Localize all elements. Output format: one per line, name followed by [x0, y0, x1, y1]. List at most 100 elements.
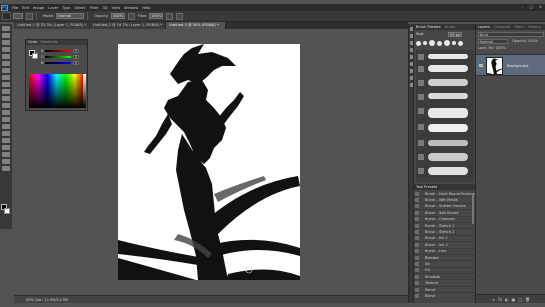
brush-tip[interactable] — [458, 40, 463, 46]
green-slider[interactable]: G 0 — [41, 55, 81, 59]
brush-stroke-preview[interactable] — [428, 153, 468, 161]
tab-brush[interactable]: Brush — [445, 24, 455, 30]
red-track[interactable] — [45, 50, 71, 52]
more-tools-icon[interactable] — [2, 166, 10, 171]
brush-tip[interactable] — [437, 40, 442, 46]
visibility-eye-icon[interactable] — [479, 64, 483, 67]
green-value[interactable]: 0 — [73, 55, 79, 59]
blue-track[interactable] — [45, 62, 71, 64]
link-layers-icon[interactable]: ∞ — [492, 297, 495, 302]
tab-swatches[interactable]: Swatches — [40, 40, 57, 45]
blur-tool-icon[interactable] — [2, 110, 10, 115]
menu-layer[interactable]: Layer — [48, 6, 58, 10]
layer-row[interactable]: Background — [476, 54, 545, 76]
layer-style-icon[interactable]: fx — [498, 297, 502, 302]
list-item[interactable]: Blend — [414, 293, 476, 299]
brush-preset-icon[interactable] — [418, 124, 424, 130]
layer-opacity-field[interactable]: Opacity: 100% — [512, 39, 544, 44]
blue-slider[interactable]: B 0 — [41, 61, 81, 65]
brush-tip[interactable] — [452, 41, 456, 45]
brush-preset-icon[interactable] — [418, 140, 424, 146]
adjustment-layer-icon[interactable]: ◐ — [505, 297, 509, 302]
brush-stroke-preview[interactable] — [428, 140, 468, 146]
layer-blend-mode-select[interactable]: Normal — [478, 39, 508, 44]
brush-preset-icon[interactable] — [418, 154, 424, 160]
pressure-size-icon[interactable] — [176, 12, 184, 20]
crop-tool-icon[interactable] — [2, 54, 10, 59]
brush-preset-icon[interactable] — [418, 66, 424, 72]
quick-select-tool-icon[interactable] — [2, 47, 10, 52]
close-button[interactable]: ✕ — [539, 4, 542, 11]
menu-file[interactable]: File — [12, 6, 18, 10]
brush-preset-icon[interactable] — [418, 94, 424, 100]
path-select-tool-icon[interactable] — [2, 138, 10, 143]
hand-tool-icon[interactable] — [2, 152, 10, 157]
flow-field[interactable]: 100% — [149, 13, 164, 19]
airbrush-icon[interactable] — [166, 12, 174, 20]
tab-layers[interactable]: Layers — [478, 24, 490, 30]
color-panel-background[interactable] — [32, 53, 38, 59]
tab-color[interactable]: Color — [28, 40, 37, 45]
type-tool-icon[interactable] — [2, 131, 10, 136]
mode-select[interactable]: Normal — [56, 13, 85, 19]
menu-3d[interactable]: 3D — [103, 6, 108, 10]
size-value[interactable]: 55 px — [448, 32, 462, 37]
brush-panel-toggle-icon[interactable] — [26, 12, 33, 20]
brush-stroke-preview[interactable] — [428, 65, 468, 72]
grayscale-ramp[interactable] — [83, 74, 86, 108]
brush-preset-icon[interactable] — [418, 168, 424, 174]
tab-history[interactable]: History — [528, 24, 541, 30]
background-color-swatch[interactable] — [4, 208, 10, 214]
blue-value[interactable]: 0 — [73, 61, 79, 65]
minimize-button[interactable]: – — [522, 4, 524, 11]
eraser-tool-icon[interactable] — [2, 96, 10, 101]
brush-tip[interactable] — [444, 40, 450, 46]
tab-channels[interactable]: Channels — [494, 24, 511, 30]
brush-stroke-preview[interactable] — [428, 79, 468, 86]
tab-untitled-2[interactable]: Untitled-2 @ 16.7% (Layer 1, RGB/8) * — [90, 22, 166, 29]
color-spectrum[interactable] — [29, 74, 84, 108]
pen-tool-icon[interactable] — [2, 124, 10, 129]
maximize-button[interactable]: □ — [530, 4, 533, 11]
menu-edit[interactable]: Edit — [22, 6, 29, 10]
clone-stamp-tool-icon[interactable] — [2, 82, 10, 87]
layer-mask-icon[interactable]: ▣ — [511, 297, 515, 302]
brush-preset-icon[interactable] — [418, 108, 424, 114]
tab-paths[interactable]: Paths — [515, 24, 525, 30]
brush-stroke-preview[interactable] — [428, 54, 468, 59]
brush-tip[interactable] — [423, 41, 427, 45]
green-track[interactable] — [45, 56, 71, 58]
brush-stroke-preview[interactable] — [428, 108, 468, 118]
gradient-tool-icon[interactable] — [2, 103, 10, 108]
marquee-tool-icon[interactable] — [2, 33, 10, 38]
zoom-tool-icon[interactable] — [2, 159, 10, 164]
brush-size-picker[interactable] — [13, 13, 23, 19]
delete-layer-icon[interactable]: 🗑 — [525, 297, 530, 302]
history-brush-tool-icon[interactable] — [2, 89, 10, 94]
menu-filter[interactable]: Filter — [90, 6, 99, 10]
red-value[interactable]: 0 — [73, 49, 79, 53]
red-slider[interactable]: R 0 — [41, 49, 81, 53]
presets-scrollbar[interactable] — [472, 194, 474, 224]
brush-stroke-preview[interactable] — [428, 93, 468, 99]
opacity-field[interactable]: 100% — [110, 13, 125, 19]
pressure-opacity-icon[interactable] — [127, 12, 135, 20]
brush-stroke-preview[interactable] — [428, 167, 468, 175]
dodge-tool-icon[interactable] — [2, 117, 10, 122]
menu-image[interactable]: Image — [33, 6, 44, 10]
brush-stroke-preview[interactable] — [428, 124, 468, 132]
tab-brush-presets[interactable]: Brush Presets — [416, 24, 441, 30]
menu-help[interactable]: Help — [142, 6, 150, 10]
tab-untitled-3[interactable]: Untitled-3 @ 50% (RGB/8) * — [166, 22, 226, 29]
layer-filter-select[interactable]: Kind — [478, 32, 544, 37]
brush-preset-icon[interactable] — [418, 54, 424, 60]
healing-brush-tool-icon[interactable] — [2, 68, 10, 73]
shape-tool-icon[interactable] — [2, 145, 10, 150]
eyedropper-tool-icon[interactable] — [2, 61, 10, 66]
new-layer-icon[interactable]: □ — [518, 297, 522, 302]
layer-lock-row[interactable]: Lock: Fill: 100% — [478, 46, 544, 51]
menu-window[interactable]: Window — [124, 6, 138, 10]
brush-tip[interactable] — [416, 40, 421, 46]
brush-preset-icon[interactable] — [418, 80, 424, 86]
tab-untitled-1[interactable]: Untitled-1 @ 33.3% (Layer 1, RGB/8) * — [14, 22, 90, 29]
